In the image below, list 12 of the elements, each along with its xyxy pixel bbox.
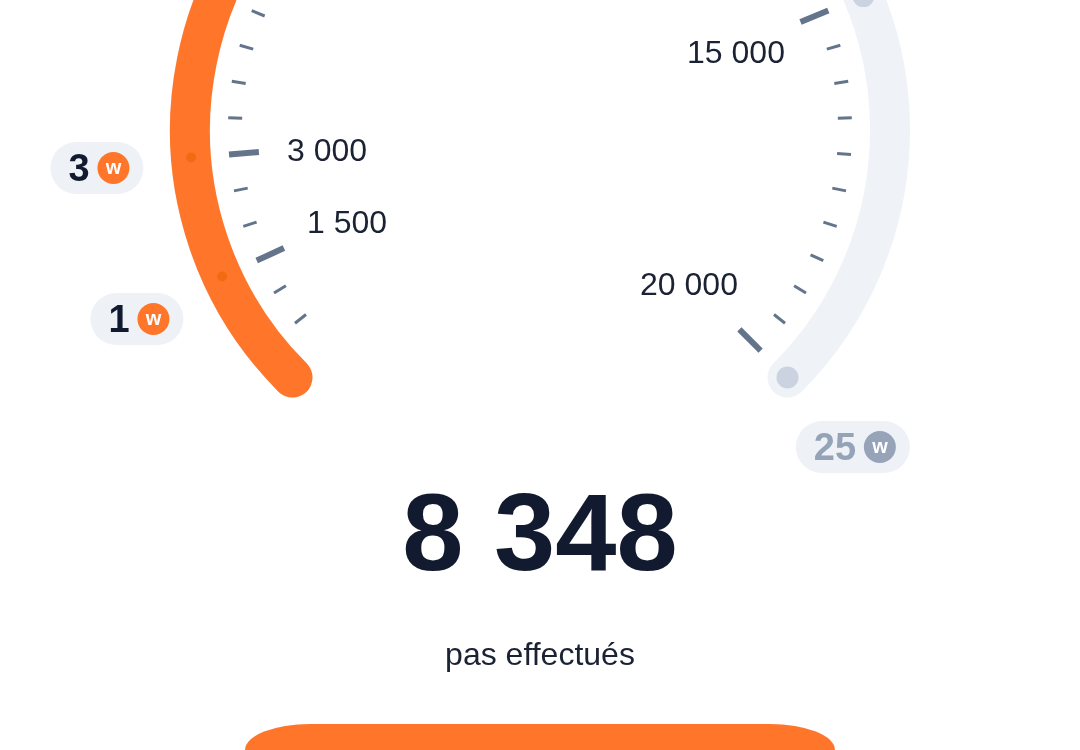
step-caption: pas effectués [445,638,635,670]
coin-icon: w [137,303,170,335]
reward-amount: 3 [68,149,90,187]
step-count: 8 348 [402,477,678,587]
reward-amount: 25 [813,428,857,466]
reward-amount: 1 [108,300,130,338]
scale-label: 15 000 [687,36,785,68]
coin-icon: w [864,431,897,463]
coin-icon: w [97,152,130,184]
scale-label: 1 500 [306,206,388,238]
scale-label: 3 000 [286,134,368,166]
scale-label: 20 000 [640,268,738,300]
